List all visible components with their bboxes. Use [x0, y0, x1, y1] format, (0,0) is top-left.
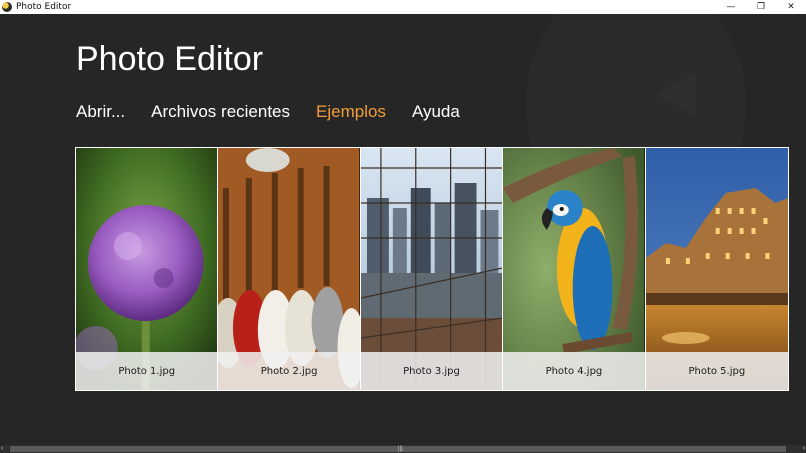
window-controls: — ❐ ✕ [716, 0, 806, 14]
close-button[interactable]: ✕ [776, 0, 806, 14]
nav-open[interactable]: Abrir... [76, 102, 125, 122]
gallery-item-photo-4[interactable]: Photo 4.jpg [503, 148, 646, 390]
nav-help[interactable]: Ayuda [412, 102, 460, 122]
gallery-item-photo-1[interactable]: Photo 1.jpg [76, 148, 219, 390]
main-area: Photo Editor Abrir... Archivos recientes… [0, 14, 806, 453]
example-gallery: Photo 1.jpg Photo 2.jpg Photo 3.jpg Phot… [75, 147, 789, 391]
main-nav: Abrir... Archivos recientes Ejemplos Ayu… [76, 102, 460, 122]
nav-recent-files[interactable]: Archivos recientes [151, 102, 290, 122]
gallery-caption: Photo 3.jpg [360, 352, 503, 390]
scrollbar-grip-icon: ||| [398, 446, 403, 452]
scroll-left-icon[interactable]: ‹ [1, 445, 3, 453]
app-title: Photo Editor [76, 40, 264, 78]
gallery-item-photo-3[interactable]: Photo 3.jpg [360, 148, 504, 390]
gallery-caption: Photo 2.jpg [218, 352, 360, 390]
nav-examples[interactable]: Ejemplos [316, 102, 386, 122]
gallery-caption: Photo 5.jpg [645, 352, 789, 390]
gallery-item-photo-5[interactable]: Photo 5.jpg [645, 148, 789, 390]
title-bar: Photo Editor — ❐ ✕ [0, 0, 806, 14]
gallery-caption: Photo 4.jpg [503, 352, 645, 390]
horizontal-scrollbar[interactable]: ‹ ||| › [0, 445, 806, 453]
background-arrow-decoration [656, 72, 696, 116]
window-title: Photo Editor [16, 2, 72, 12]
app-icon [2, 2, 12, 12]
gallery-caption: Photo 1.jpg [76, 352, 218, 390]
scroll-right-icon[interactable]: › [803, 445, 805, 453]
maximize-button[interactable]: ❐ [746, 0, 776, 14]
minimize-button[interactable]: — [716, 0, 746, 14]
gallery-item-photo-2[interactable]: Photo 2.jpg [218, 148, 361, 390]
